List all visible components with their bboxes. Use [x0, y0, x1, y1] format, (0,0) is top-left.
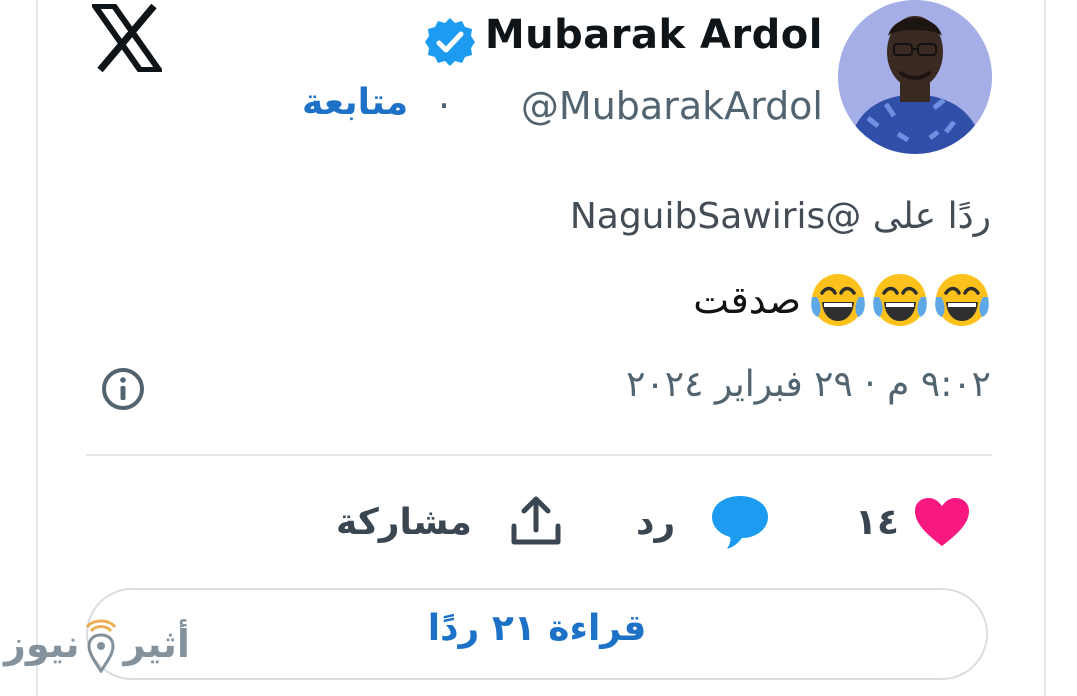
author-handle[interactable]: @MubarakArdol — [521, 84, 823, 128]
tweet-text-body: صدقت — [693, 278, 801, 322]
separator-dot: · — [438, 84, 451, 128]
avatar[interactable] — [838, 0, 992, 154]
watermark-text-left: نيوز — [4, 622, 80, 666]
divider — [86, 454, 992, 456]
heart-icon — [914, 498, 969, 546]
share-button[interactable]: مشاركة — [336, 490, 564, 554]
reply-button[interactable]: رد — [636, 490, 771, 554]
x-logo-icon[interactable] — [92, 4, 162, 72]
location-pin-icon — [86, 619, 117, 673]
follow-button[interactable]: متابعة — [302, 82, 408, 123]
speech-bubble-icon — [712, 496, 769, 549]
read-replies-label: قراءة ٢١ ردًا — [427, 608, 647, 649]
like-button[interactable]: ١٤ — [855, 490, 971, 554]
tweet-text: صدقت — [693, 268, 991, 332]
reply-to-label[interactable]: ردًا على @NaguibSawiris — [570, 196, 991, 237]
avatar-image — [838, 0, 992, 154]
face-with-tears-of-joy-icon — [811, 274, 865, 326]
verified-badge-icon — [425, 18, 475, 66]
share-label: مشاركة — [336, 501, 472, 543]
like-count: ١٤ — [855, 501, 899, 543]
face-with-tears-of-joy-icon — [935, 274, 989, 326]
read-replies-button[interactable]: قراءة ٢١ ردًا — [86, 588, 988, 680]
author-display-name[interactable]: Mubarak Ardol — [485, 12, 823, 58]
reply-label: رد — [636, 501, 676, 543]
info-icon[interactable] — [100, 366, 146, 412]
share-upload-icon — [511, 496, 561, 545]
watermark: أثير نيوز — [4, 614, 190, 674]
tweet-timestamp[interactable]: ٩:٠٢ م · ٢٩ فبراير ٢٠٢٤ — [626, 364, 991, 405]
face-with-tears-of-joy-icon — [873, 274, 927, 326]
watermark-text-right: أثير — [123, 622, 190, 666]
